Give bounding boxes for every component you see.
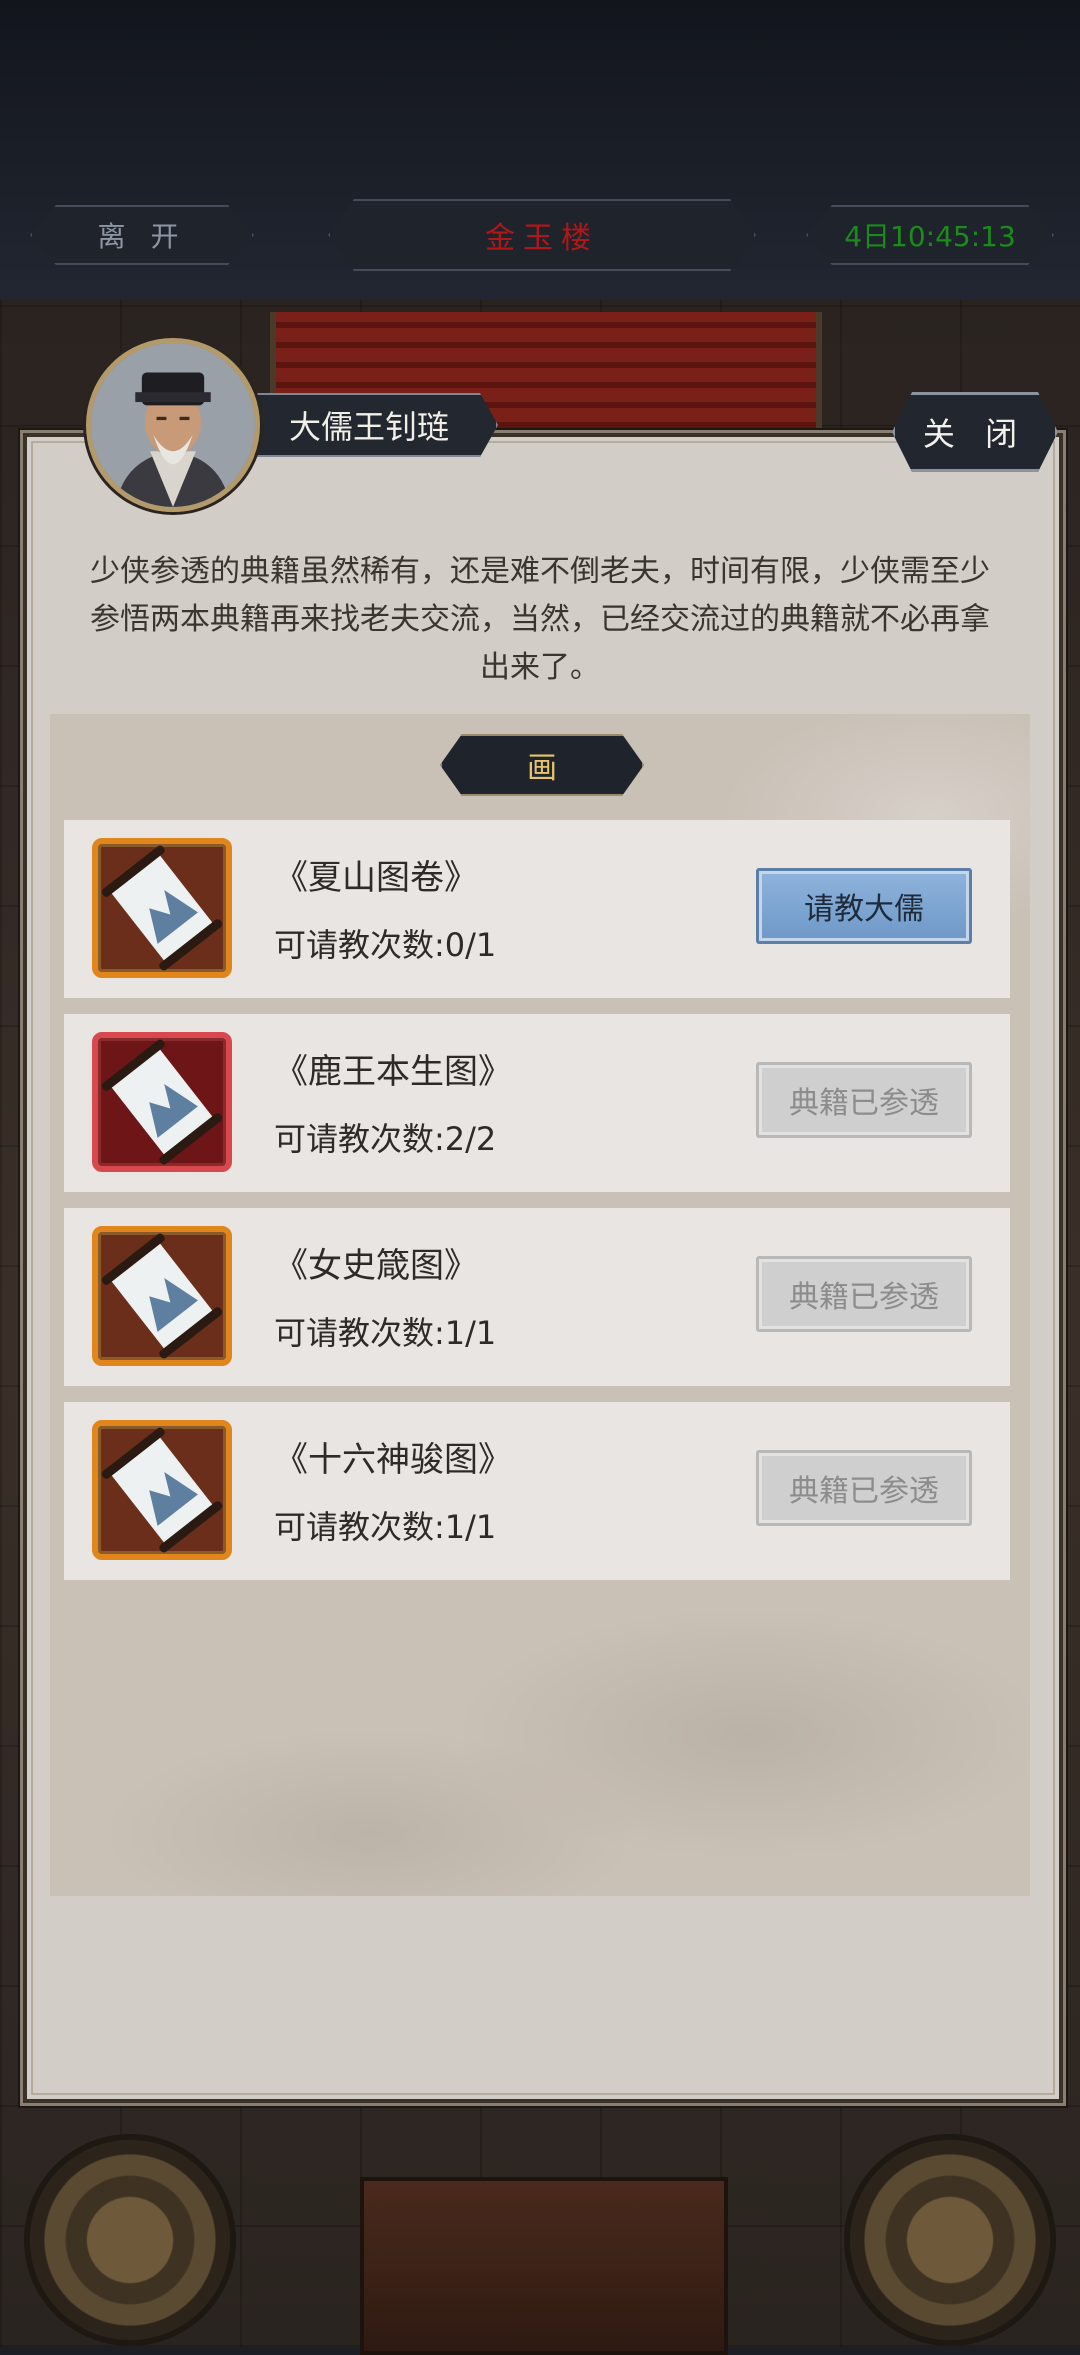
book-icon-frame xyxy=(92,838,232,978)
game-clock: 4日10:45:13 xyxy=(806,205,1054,265)
book-list-item: 《女史箴图》 可请教次数:1/1 典籍已参透 xyxy=(64,1208,1010,1386)
book-list-item: 《夏山图卷》 可请教次数:0/1 请教大儒 xyxy=(64,820,1010,998)
consult-count: 可请教次数:2/2 xyxy=(274,1120,497,1158)
consult-count: 可请教次数:1/1 xyxy=(274,1508,497,1546)
npc-name: 大儒王钊琏 xyxy=(288,408,449,446)
mastered-status-button: 典籍已参透 xyxy=(756,1062,972,1138)
book-list-item: 《鹿王本生图》 可请教次数:2/2 典籍已参透 xyxy=(64,1014,1010,1192)
mastered-status-button: 典籍已参透 xyxy=(756,1450,972,1526)
book-title: 《十六神骏图》 xyxy=(274,1440,512,1480)
book-title: 《鹿王本生图》 xyxy=(274,1052,512,1092)
npc-avatar xyxy=(86,338,260,512)
right-wheel-decoration xyxy=(850,2140,1050,2340)
scroll-painting-icon xyxy=(101,1427,223,1553)
left-wheel-decoration xyxy=(30,2140,230,2340)
book-title: 《女史箴图》 xyxy=(274,1246,478,1286)
close-button[interactable]: 关 闭 xyxy=(892,392,1058,472)
location-title: 金玉楼 xyxy=(328,199,756,271)
scholar-portrait-icon xyxy=(91,343,255,507)
mastered-status-button: 典籍已参透 xyxy=(756,1256,972,1332)
npc-dialogue-text: 少侠参透的典籍虽然稀有，还是难不倒老夫，时间有限，少侠需至少参悟两本典籍再来找老… xyxy=(90,554,990,685)
scroll-painting-icon xyxy=(101,1039,223,1165)
leave-button[interactable]: 离 开 xyxy=(30,205,254,265)
desk-decoration xyxy=(360,2177,728,2355)
category-tag: 画 xyxy=(440,734,644,796)
consult-count: 可请教次数:1/1 xyxy=(274,1314,497,1352)
scroll-painting-icon xyxy=(101,1233,223,1359)
consult-count: 可请教次数:0/1 xyxy=(274,926,497,964)
scroll-painting-icon xyxy=(101,845,223,971)
book-icon-frame xyxy=(92,1420,232,1560)
book-title: 《夏山图卷》 xyxy=(274,858,478,898)
book-icon-frame xyxy=(92,1226,232,1366)
npc-name-plate: 大儒王钊琏 xyxy=(240,393,498,457)
book-list-item: 《十六神骏图》 可请教次数:1/1 典籍已参透 xyxy=(64,1402,1010,1580)
consult-scholar-button[interactable]: 请教大儒 xyxy=(756,868,972,944)
book-icon-frame xyxy=(92,1032,232,1172)
